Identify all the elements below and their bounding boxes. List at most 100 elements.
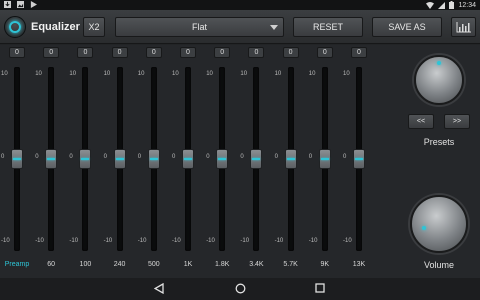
band-label: 1.8K bbox=[214, 261, 230, 268]
scale-tick-top: 10 bbox=[1, 71, 8, 77]
clock: 12:34 bbox=[458, 1, 476, 9]
equalizer-graph-icon bbox=[456, 22, 471, 33]
x2-button[interactable]: X2 bbox=[83, 17, 105, 37]
band-label: 240 bbox=[113, 261, 126, 268]
band-label: 100 bbox=[79, 261, 92, 268]
scale-tick-bottom: -10 bbox=[137, 238, 147, 244]
band-100: 0 10 0 -10 100 bbox=[68, 45, 102, 278]
scale-tick-top: 10 bbox=[308, 71, 316, 77]
volume-knob[interactable] bbox=[410, 195, 468, 253]
band-3-4k: 0 10 0 -10 3.4K bbox=[239, 45, 273, 278]
band-value-field[interactable]: 0 bbox=[351, 47, 367, 58]
band-label: 13K bbox=[352, 261, 366, 268]
chevron-down-icon bbox=[270, 25, 278, 30]
preset-dropdown-value: Flat bbox=[191, 22, 207, 32]
slider-thumb[interactable] bbox=[353, 149, 365, 169]
scale-tick-bottom: -10 bbox=[1, 238, 10, 244]
slider-thumb[interactable] bbox=[79, 149, 92, 169]
slider-thumb[interactable] bbox=[250, 149, 263, 169]
volume-label: Volume bbox=[423, 260, 455, 270]
battery-icon bbox=[449, 1, 455, 9]
scale-tick-top: 10 bbox=[69, 71, 77, 77]
previous-preset-button[interactable]: << bbox=[408, 114, 434, 129]
download-notification-icon bbox=[4, 1, 11, 8]
save-as-button[interactable]: SAVE AS bbox=[372, 17, 442, 37]
scale-tick-top: 10 bbox=[137, 71, 145, 77]
band-5-7k: 0 10 0 -10 5.7K bbox=[274, 45, 308, 278]
presets-knob[interactable] bbox=[414, 55, 464, 105]
band-500: 0 10 0 -10 500 bbox=[137, 45, 171, 278]
back-icon[interactable] bbox=[154, 283, 164, 294]
notification-icons bbox=[4, 1, 37, 8]
band-value-field[interactable]: 0 bbox=[214, 47, 231, 58]
scale-tick-top: 10 bbox=[103, 71, 111, 77]
play-notification-icon bbox=[30, 1, 37, 8]
band-value-field[interactable]: 0 bbox=[145, 47, 162, 58]
band-value-field[interactable]: 0 bbox=[316, 47, 333, 58]
band-value-field[interactable]: 0 bbox=[282, 47, 299, 58]
scale-tick-bottom: -10 bbox=[343, 238, 352, 244]
band-value-field[interactable]: 0 bbox=[180, 47, 196, 58]
scale-tick-top: 10 bbox=[274, 71, 282, 77]
slider-thumb[interactable] bbox=[45, 149, 58, 169]
band-label: 3.4K bbox=[249, 261, 264, 268]
band-value-field[interactable]: 0 bbox=[248, 47, 265, 58]
presets-label: Presets bbox=[423, 137, 455, 147]
status-bar: 12:34 bbox=[0, 0, 480, 10]
scale-tick-bottom: -10 bbox=[35, 238, 44, 244]
graph-button[interactable] bbox=[451, 17, 476, 37]
knob-indicator bbox=[437, 61, 441, 65]
band-13k: 0 10 0 -10 13K bbox=[342, 45, 376, 278]
navigation-bar bbox=[0, 278, 480, 300]
band-9k: 0 10 0 -10 9K bbox=[308, 45, 342, 278]
slider-thumb[interactable] bbox=[11, 149, 23, 169]
band-label: Preamp bbox=[4, 261, 30, 268]
scale-tick-bottom: -10 bbox=[240, 238, 250, 244]
equalizer-panel: 0 10 0 -10 Preamp 0 10 0 -10 60 0 10 0 -10 100 0 10 0 -10 2… bbox=[0, 45, 480, 278]
slider-thumb[interactable] bbox=[147, 149, 160, 169]
band-value-field[interactable]: 0 bbox=[111, 47, 128, 58]
scale-tick-bottom: -10 bbox=[274, 238, 284, 244]
scale-tick-top: 10 bbox=[35, 71, 42, 77]
power-icon bbox=[9, 21, 21, 33]
scale-tick-bottom: -10 bbox=[172, 238, 181, 244]
band-label: 9K bbox=[320, 261, 330, 268]
band-240: 0 10 0 -10 240 bbox=[103, 45, 137, 278]
scale-tick-top: 10 bbox=[343, 71, 350, 77]
recents-icon[interactable] bbox=[315, 283, 325, 293]
band-label: 500 bbox=[147, 261, 160, 268]
signal-icon bbox=[438, 1, 446, 9]
scale-tick-top: 10 bbox=[240, 71, 248, 77]
wifi-icon bbox=[426, 1, 435, 9]
knob-indicator bbox=[422, 226, 426, 230]
toolbar: Equalizer X2 Flat RESET SAVE AS bbox=[0, 10, 480, 44]
next-preset-button[interactable]: >> bbox=[444, 114, 470, 129]
band-label: 60 bbox=[47, 261, 56, 268]
scale-tick-top: 10 bbox=[206, 71, 213, 77]
preset-dropdown[interactable]: Flat bbox=[115, 17, 284, 37]
band-1-8k: 0 10 0 -10 1.8K bbox=[205, 45, 239, 278]
slider-thumb[interactable] bbox=[318, 149, 331, 169]
image-notification-icon bbox=[17, 1, 24, 8]
power-button[interactable] bbox=[4, 16, 26, 38]
band-value-field[interactable]: 0 bbox=[43, 47, 60, 58]
reset-button[interactable]: RESET bbox=[293, 17, 363, 37]
slider-thumb[interactable] bbox=[216, 149, 229, 169]
band-value-field[interactable]: 0 bbox=[9, 47, 25, 58]
band-1k: 0 10 0 -10 1K bbox=[171, 45, 205, 278]
scale-tick-bottom: -10 bbox=[206, 238, 215, 244]
band-label: 1K bbox=[183, 261, 193, 268]
band-value-field[interactable]: 0 bbox=[77, 47, 94, 58]
band-60: 0 10 0 -10 60 bbox=[34, 45, 68, 278]
scale-tick-bottom: -10 bbox=[69, 238, 79, 244]
slider-thumb[interactable] bbox=[284, 149, 297, 169]
home-icon[interactable] bbox=[235, 283, 246, 294]
scale-tick-bottom: -10 bbox=[103, 238, 113, 244]
slider-thumb[interactable] bbox=[113, 149, 126, 169]
scale-tick-top: 10 bbox=[172, 71, 179, 77]
system-status: 12:34 bbox=[426, 0, 476, 10]
slider-thumb[interactable] bbox=[182, 149, 194, 169]
scale-tick-bottom: -10 bbox=[308, 238, 318, 244]
band-preamp: 0 10 0 -10 Preamp bbox=[0, 45, 34, 278]
app-title: Equalizer bbox=[31, 21, 80, 33]
